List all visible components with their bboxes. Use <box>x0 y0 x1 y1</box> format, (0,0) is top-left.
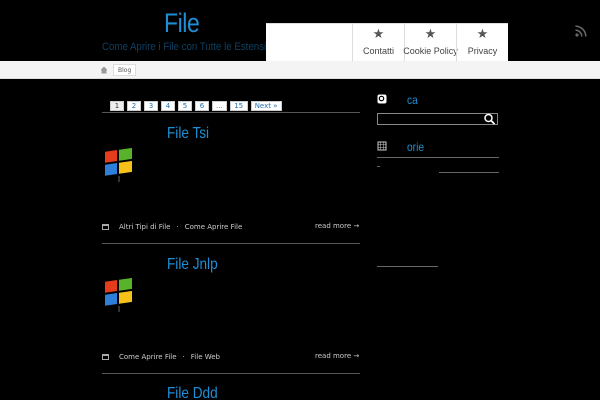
separator: · <box>182 353 185 361</box>
page-ellipsis: ... <box>212 101 227 111</box>
nav-item-label: Privacy <box>467 46 498 56</box>
read-more-link[interactable]: read more → <box>315 222 359 230</box>
post-title[interactable]: File Ddd <box>167 385 218 400</box>
category-link[interactable]: Altri Tipi di File <box>119 223 170 231</box>
breadcrumb-item[interactable]: Blog <box>113 64 137 76</box>
page-link[interactable]: 1 <box>110 101 124 111</box>
search-icon[interactable] <box>483 113 496 125</box>
category-link[interactable]: Come Aprire File <box>185 223 243 231</box>
divider <box>377 266 438 267</box>
post-meta: Come Aprire File · File Web <box>102 353 220 361</box>
page-link[interactable]: 5 <box>178 101 192 111</box>
rss-icon[interactable] <box>575 25 587 37</box>
divider <box>102 243 360 244</box>
top-navigation: ★ Contatti ★ Cookie Policy ★ Privacy <box>266 23 508 62</box>
windows-logo-icon <box>105 148 132 182</box>
category-link[interactable]: Come Aprire File <box>119 353 177 361</box>
read-more-link[interactable]: read more → <box>315 352 359 360</box>
search-widget-icon <box>377 94 387 104</box>
site-title[interactable]: File <box>164 8 200 39</box>
page-link[interactable]: 3 <box>144 101 158 111</box>
post-meta: Altri Tipi di File · Come Aprire File <box>102 223 242 231</box>
sidebar-categories-title: orie <box>407 140 425 154</box>
page-link[interactable]: 2 <box>127 101 141 111</box>
next-page-link[interactable]: Next » <box>250 101 282 111</box>
pagination: 1 2 3 4 5 6 ... 15 Next » <box>110 101 282 111</box>
nav-item-label: Contatti <box>362 46 395 56</box>
breadcrumb <box>0 61 600 79</box>
star-icon: ★ <box>424 27 437 42</box>
search-input[interactable] <box>377 113 498 125</box>
folder-icon <box>102 354 109 360</box>
categories-widget-icon <box>377 141 387 151</box>
page-link[interactable]: 4 <box>161 101 175 111</box>
divider <box>377 157 499 158</box>
folder-icon <box>102 224 109 230</box>
star-icon: ★ <box>372 27 385 42</box>
divider <box>102 373 360 374</box>
divider <box>102 112 360 113</box>
page-link[interactable]: 6 <box>195 101 209 111</box>
category-link[interactable]: File Web <box>191 353 220 361</box>
site-description: Come Aprire i File con Tutte le Estensio… <box>102 41 280 53</box>
windows-logo-icon <box>105 278 132 312</box>
separator: · <box>176 223 179 231</box>
nav-item-cookie-policy[interactable]: ★ Cookie Policy <box>403 24 458 62</box>
nav-item-contatti[interactable]: ★ Contatti <box>352 24 404 62</box>
nav-item-label: Cookie Policy <box>403 46 458 56</box>
post-title[interactable]: File Jnlp <box>167 256 218 274</box>
divider <box>377 166 380 167</box>
home-icon[interactable] <box>100 66 108 74</box>
nav-item-privacy[interactable]: ★ Privacy <box>456 24 508 62</box>
divider <box>439 172 499 173</box>
star-icon: ★ <box>476 27 489 42</box>
page-link[interactable]: 15 <box>229 101 248 111</box>
post-title[interactable]: File Tsi <box>167 125 209 143</box>
sidebar-search-title: ca <box>407 93 418 107</box>
